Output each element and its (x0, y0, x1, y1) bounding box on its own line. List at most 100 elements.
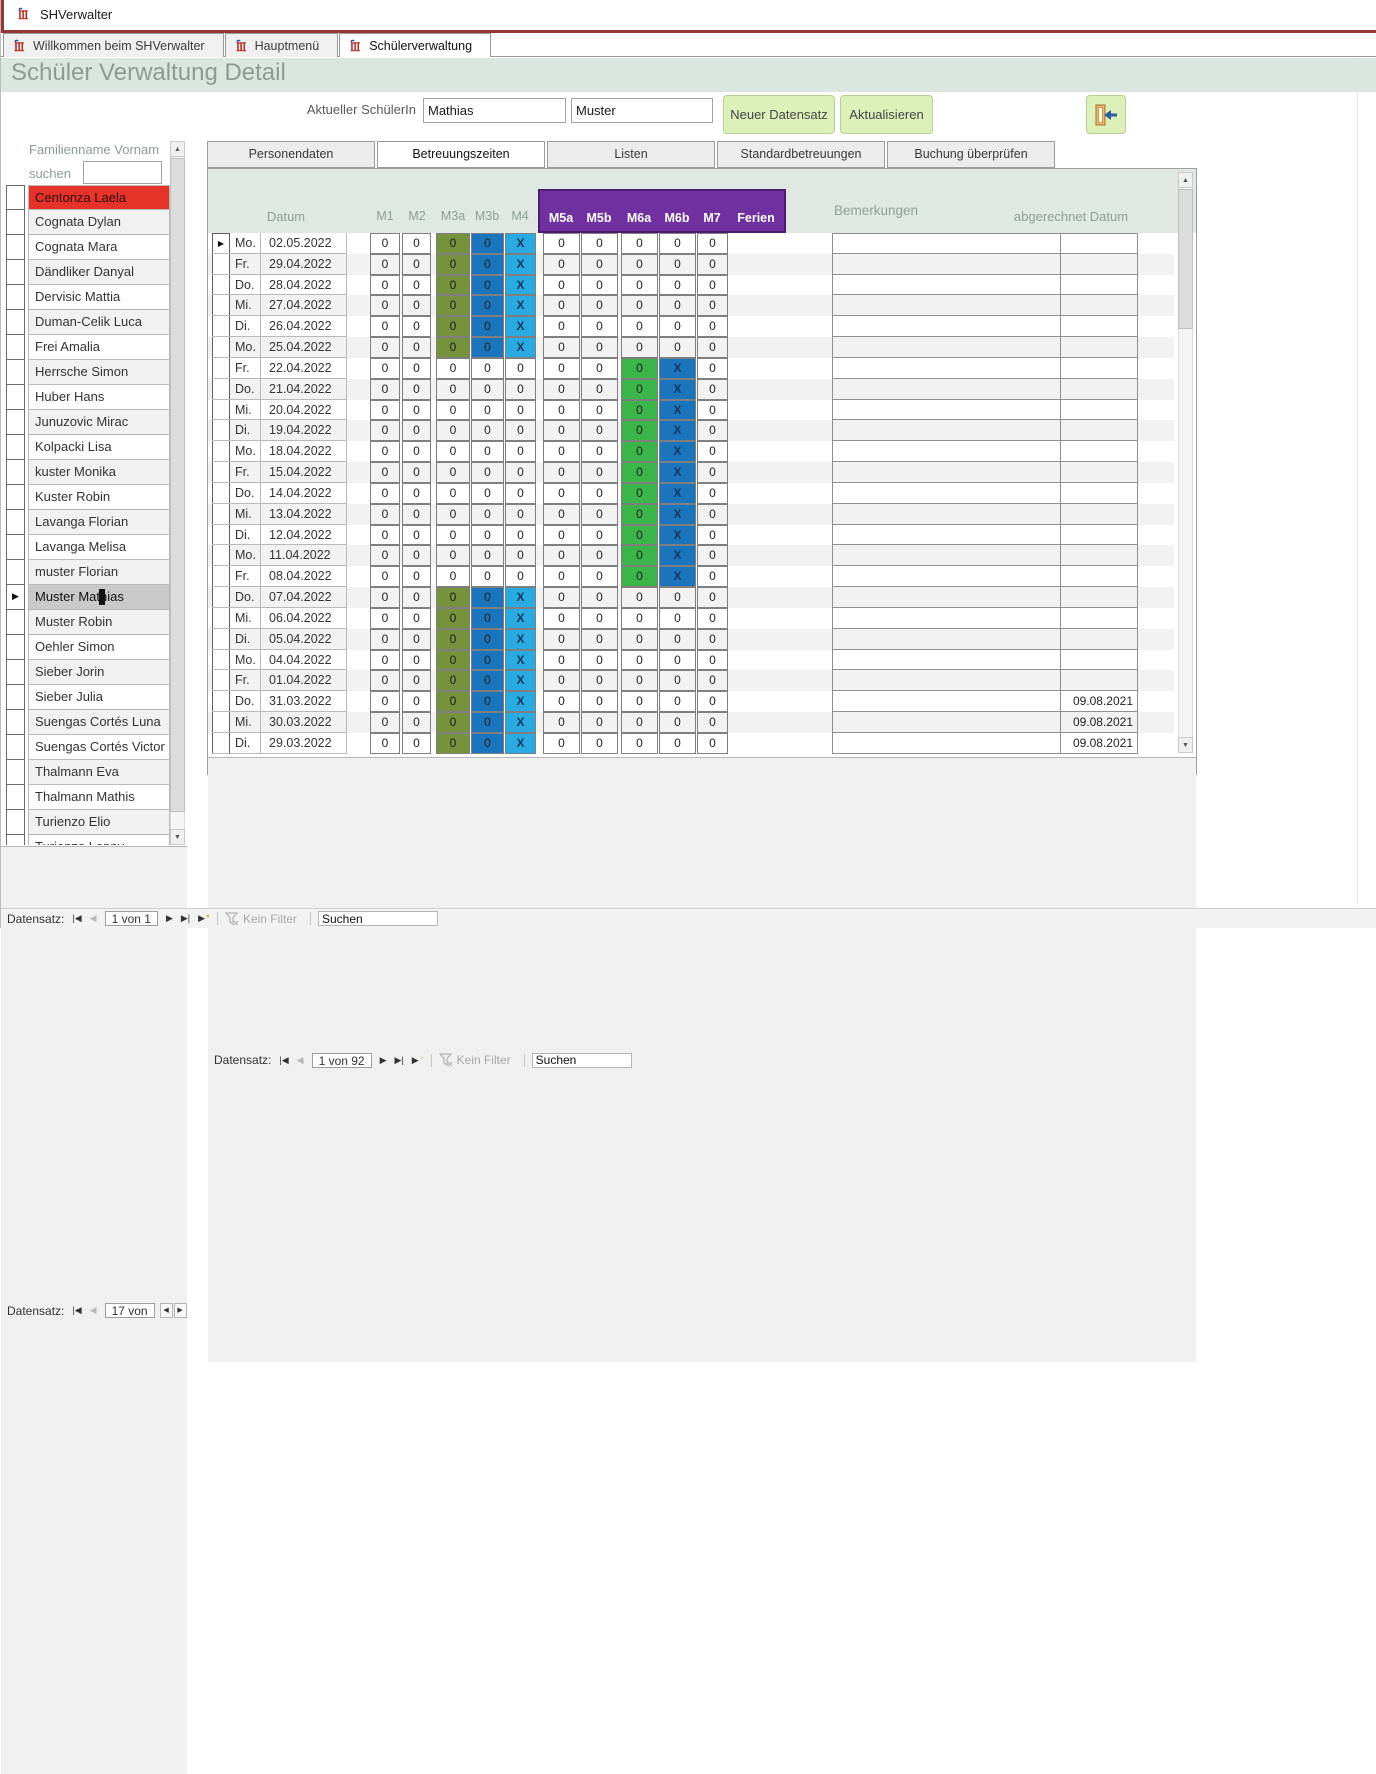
cell-abgerechnet[interactable]: 09.08.2021 (1061, 733, 1138, 754)
day-cell[interactable]: Mi. (230, 504, 261, 525)
cell-bemerkungen[interactable] (832, 608, 1061, 629)
record-selector[interactable]: ▶ (6, 585, 25, 610)
cell-m5a[interactable]: 0 (543, 587, 580, 608)
cell-abgerechnet[interactable] (1061, 400, 1138, 421)
prev-record-button[interactable]: ◀ (90, 1305, 97, 1316)
cell-m1[interactable]: 0 (370, 379, 400, 400)
cell-m7[interactable]: 0 (697, 358, 728, 379)
cell-bemerkungen[interactable] (832, 462, 1061, 483)
date-cell[interactable]: 28.04.2022 (261, 275, 347, 296)
cell-m6b[interactable]: X (659, 545, 696, 566)
student-search-input[interactable] (83, 161, 162, 184)
student-row[interactable]: Muster Robin (6, 610, 170, 635)
cell-m4[interactable]: 0 (505, 566, 536, 587)
record-selector[interactable] (6, 485, 25, 510)
day-cell[interactable]: Mi. (230, 295, 261, 316)
record-selector[interactable] (212, 483, 230, 504)
cell-m2[interactable]: 0 (402, 337, 431, 358)
cell-m6b[interactable]: 0 (659, 316, 696, 337)
cell-m4[interactable]: 0 (505, 379, 536, 400)
cell-m2[interactable]: 0 (402, 462, 431, 483)
cell-m6a[interactable]: 0 (621, 712, 658, 733)
cell-m5b[interactable]: 0 (581, 254, 618, 275)
cell-m3a[interactable]: 0 (436, 233, 470, 254)
cell-m6a[interactable]: 0 (621, 670, 658, 691)
sidebar-scrollbar-thumb[interactable] (170, 158, 185, 812)
record-selector[interactable] (212, 275, 230, 296)
cell-m2[interactable]: 0 (402, 670, 431, 691)
cell-m6a[interactable]: 0 (621, 545, 658, 566)
cell-m4[interactable]: 0 (505, 504, 536, 525)
window-tab-schülerverwaltung[interactable]: Schülerverwaltung (339, 33, 491, 57)
record-selector[interactable] (212, 670, 230, 691)
cell-m4[interactable]: X (505, 733, 536, 754)
cell-m2[interactable]: 0 (402, 525, 431, 546)
student-row[interactable]: Thalmann Eva (6, 760, 170, 785)
cell-m2[interactable]: 0 (402, 420, 431, 441)
cell-m6b[interactable]: 0 (659, 275, 696, 296)
record-selector[interactable] (6, 560, 25, 585)
cell-abgerechnet[interactable] (1061, 504, 1138, 525)
new-record-nav-button[interactable]: ▶ (198, 913, 205, 924)
cell-abgerechnet[interactable] (1061, 379, 1138, 400)
cell-m3a[interactable]: 0 (436, 504, 470, 525)
cell-m2[interactable]: 0 (402, 733, 431, 754)
cell-m1[interactable]: 0 (370, 566, 400, 587)
cell-m3b[interactable]: 0 (471, 358, 504, 379)
record-search-input[interactable] (532, 1053, 632, 1068)
cell-bemerkungen[interactable] (832, 441, 1061, 462)
cell-m2[interactable]: 0 (402, 650, 431, 671)
record-selector[interactable] (6, 610, 25, 635)
cell-bemerkungen[interactable] (832, 712, 1061, 733)
cell-m3a[interactable]: 0 (436, 545, 470, 566)
cell-m7[interactable]: 0 (697, 712, 728, 733)
date-cell[interactable]: 18.04.2022 (261, 441, 347, 462)
cell-m6b[interactable]: X (659, 420, 696, 441)
cell-m3b[interactable]: 0 (471, 462, 504, 483)
cell-m3b[interactable]: 0 (471, 275, 504, 296)
first-record-button[interactable]: |◀ (279, 1055, 288, 1066)
cell-bemerkungen[interactable] (832, 629, 1061, 650)
cell-m5a[interactable]: 0 (543, 566, 580, 587)
record-selector[interactable] (212, 566, 230, 587)
student-row[interactable]: Suengas Cortés Luna (6, 710, 170, 735)
record-selector[interactable] (212, 295, 230, 316)
cell-m4[interactable]: X (505, 337, 536, 358)
cell-m1[interactable]: 0 (370, 691, 400, 712)
cell-m1[interactable]: 0 (370, 712, 400, 733)
date-cell[interactable]: 04.04.2022 (261, 650, 347, 671)
day-cell[interactable]: Fr. (230, 358, 261, 379)
record-selector[interactable] (6, 460, 25, 485)
cell-m6a[interactable]: 0 (621, 358, 658, 379)
cell-m3a[interactable]: 0 (436, 441, 470, 462)
lastname-field[interactable] (571, 98, 713, 123)
cell-abgerechnet[interactable] (1061, 254, 1138, 275)
record-selector[interactable] (212, 254, 230, 275)
cell-m7[interactable]: 0 (697, 233, 728, 254)
record-selector[interactable] (6, 260, 25, 285)
cell-m5a[interactable]: 0 (543, 379, 580, 400)
cell-m3b[interactable]: 0 (471, 545, 504, 566)
cell-m7[interactable]: 0 (697, 629, 728, 650)
cell-m5a[interactable]: 0 (543, 712, 580, 733)
cell-m3b[interactable]: 0 (471, 670, 504, 691)
cell-m5b[interactable]: 0 (581, 420, 618, 441)
date-cell[interactable]: 29.04.2022 (261, 254, 347, 275)
date-cell[interactable]: 06.04.2022 (261, 608, 347, 629)
tab-standardbetreuungen[interactable]: Standardbetreuungen (717, 141, 885, 168)
student-row[interactable]: kuster Monika (6, 460, 170, 485)
date-cell[interactable]: 11.04.2022 (261, 545, 347, 566)
cell-bemerkungen[interactable] (832, 358, 1061, 379)
record-selector[interactable] (212, 462, 230, 483)
cell-m4[interactable]: X (505, 316, 536, 337)
cell-bemerkungen[interactable] (832, 670, 1061, 691)
nav-scroll-right-button[interactable]: ▶ (174, 1303, 187, 1318)
next-record-button[interactable]: ▶ (380, 1055, 387, 1066)
cell-m2[interactable]: 0 (402, 379, 431, 400)
cell-m7[interactable]: 0 (697, 670, 728, 691)
date-cell[interactable]: 12.04.2022 (261, 525, 347, 546)
cell-m4[interactable]: 0 (505, 545, 536, 566)
first-record-button[interactable]: |◀ (72, 913, 81, 924)
cell-abgerechnet[interactable] (1061, 650, 1138, 671)
cell-m4[interactable]: X (505, 254, 536, 275)
